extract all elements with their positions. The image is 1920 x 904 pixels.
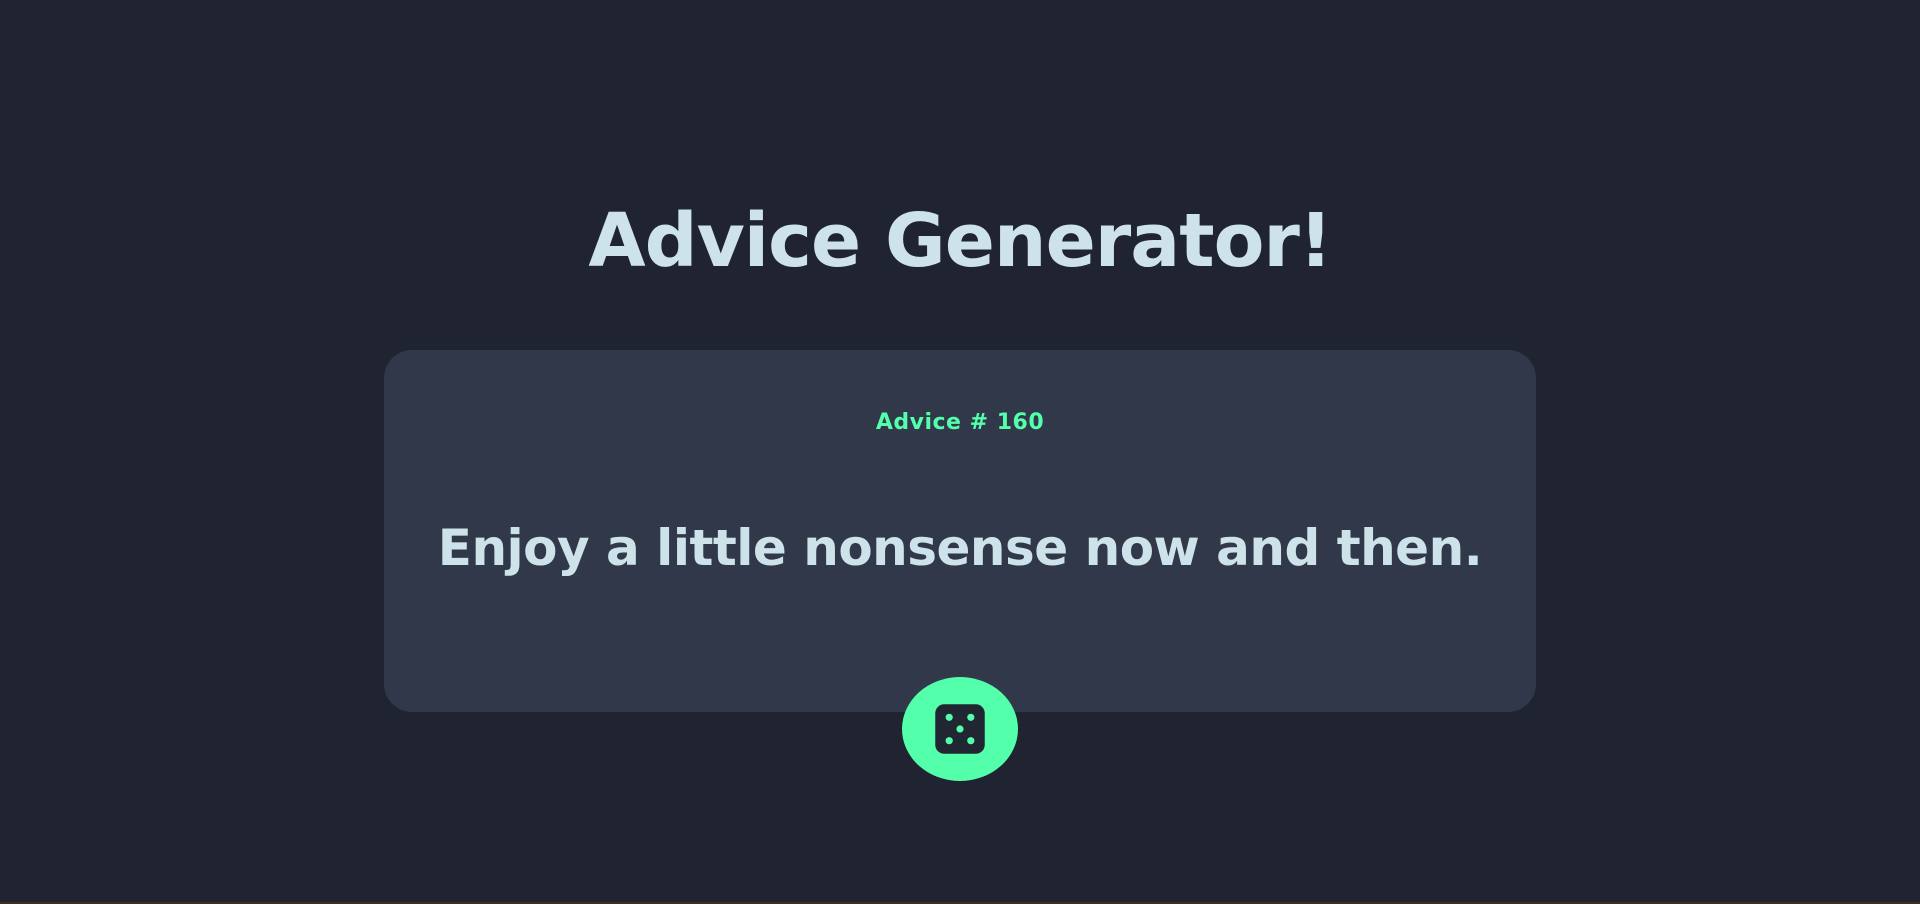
- advice-number: Advice # 160: [875, 410, 1045, 435]
- page-title: Advice Generator!: [588, 198, 1332, 284]
- dice-icon: [935, 704, 985, 754]
- advice-card: Advice # 160 Enjoy a little nonsense now…: [384, 350, 1536, 712]
- generate-advice-button[interactable]: [902, 677, 1018, 781]
- advice-quote: Enjoy a little nonsense now and then.: [437, 519, 1483, 577]
